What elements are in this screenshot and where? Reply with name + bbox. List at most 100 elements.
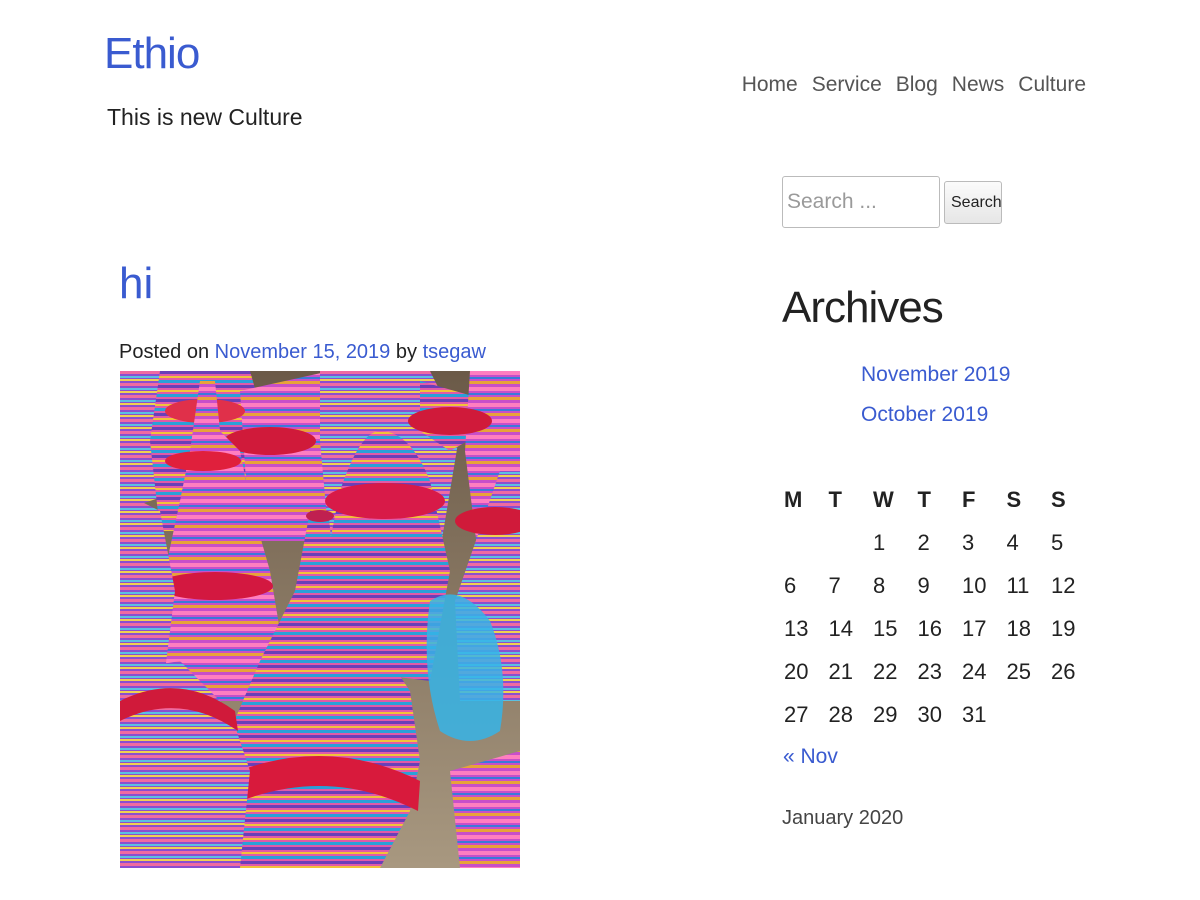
calendar-day: 18 [1003,607,1048,650]
nav-culture[interactable]: Culture [1018,72,1086,97]
calendar-day: 4 [1003,521,1048,564]
calendar-day: 16 [914,607,959,650]
post-author-link[interactable]: tsegaw [423,341,486,363]
archive-item: October 2019 [861,402,1010,442]
weekday-header: T [828,486,842,512]
calendar-table: M T W T F S S 1 2 3 4 5 6 7 8 9 10 11 12 13 14 15 16 17 1… [780,478,1092,736]
weekday-header: W [873,486,894,512]
calendar-day-number: 17 [962,615,987,641]
search-input[interactable] [782,176,940,228]
calendar-day: 22 [869,650,914,693]
calendar-weekday-row: M T W T F S S [780,478,1092,521]
calendar-day-number: 24 [962,658,987,684]
calendar-week-row: 27 28 29 30 31 [780,693,1092,736]
site-title-link[interactable]: Ethio [104,29,200,78]
calendar-day: 13 [780,607,825,650]
weekday-header: S [1051,486,1066,512]
calendar-caption: January 2020 [782,807,904,829]
calendar-day: 26 [1047,650,1092,693]
calendar-day-number: 1 [873,529,886,555]
weekday-header: T [917,486,931,512]
weekday-header: M [784,486,803,512]
calendar-day-number: 22 [873,658,898,684]
nav-home[interactable]: Home [742,72,798,97]
calendar-empty-day [1003,693,1048,736]
calendar-day-number: 25 [1006,658,1031,684]
site-tagline: This is new Culture [107,104,303,130]
calendar-day: 20 [780,650,825,693]
calendar-day-number: 10 [962,572,987,598]
calendar-day: 3 [958,521,1003,564]
nav-news[interactable]: News [952,72,1005,97]
post-featured-image [120,371,520,868]
calendar-day: 17 [958,607,1003,650]
post-date-link[interactable]: November 15, 2019 [215,341,391,363]
calendar-day: 23 [914,650,959,693]
nav-service[interactable]: Service [812,72,882,97]
calendar-day: 31 [958,693,1003,736]
calendar-day-number: 11 [1006,572,1030,598]
posted-on-label: Posted on [119,341,210,363]
weekday-header: S [1006,486,1022,512]
calendar-day: 7 [825,564,870,607]
calendar-day: 25 [1003,650,1048,693]
calendar-day-number: 26 [1051,658,1076,684]
post-meta: Posted on November 15, 2019 by tsegaw [119,340,486,364]
archives-heading: Archives [782,283,944,332]
archive-link-november-2019[interactable]: November 2019 [861,363,1010,386]
calendar-day-number: 5 [1051,529,1064,555]
calendar-day: 2 [914,521,959,564]
calendar-week-row: 13 14 15 16 17 18 19 [780,607,1092,650]
calendar-day: 5 [1047,521,1092,564]
nav-blog[interactable]: Blog [896,72,938,97]
calendar-day: 9 [914,564,959,607]
calendar-day-number: 21 [828,658,853,684]
calendar-day-number: 13 [784,615,809,641]
calendar-week-row: 6 7 8 9 10 11 12 [780,564,1092,607]
page: Ethio This is new Culture Home Service B… [0,0,1200,900]
woven-baskets-illustration [120,371,520,868]
archive-item: November 2019 [861,362,1010,402]
calendar-day-number: 19 [1051,615,1076,641]
calendar-empty-day [1047,693,1092,736]
calendar-day-number: 27 [784,701,809,727]
by-label: by [395,341,417,363]
calendar-day: 6 [780,564,825,607]
calendar-day-number: 7 [828,572,841,598]
calendar-day: 14 [825,607,870,650]
calendar-day-number: 9 [917,572,930,598]
calendar-body: 1 2 3 4 5 6 7 8 9 10 11 12 13 14 15 16 17 18 19 20 21 22 23 24 2… [780,521,1092,736]
calendar-day-number: 8 [873,572,886,598]
calendar-day-number: 12 [1051,572,1076,598]
calendar-day-number: 23 [917,658,942,684]
archive-link-october-2019[interactable]: October 2019 [861,403,988,426]
calendar-prev-month-link[interactable]: « Nov [783,744,838,769]
calendar-day: 30 [914,693,959,736]
main-nav: Home Service Blog News Culture [742,72,1086,97]
calendar-day-number: 14 [828,615,853,641]
post-title-link[interactable]: hi [119,259,153,308]
calendar-day-number: 15 [873,615,898,641]
calendar-day-number: 4 [1006,529,1019,555]
calendar-day-number: 28 [828,701,853,727]
weekday-header: F [962,486,976,512]
calendar-day: 19 [1047,607,1092,650]
calendar-day: 15 [869,607,914,650]
calendar-day: 28 [825,693,870,736]
calendar-day-number: 20 [784,658,809,684]
calendar-week-row: 1 2 3 4 5 [780,521,1092,564]
search-button[interactable]: Search [944,181,1002,224]
calendar-day-number: 6 [784,572,797,598]
calendar-day-number: 31 [962,701,987,727]
calendar-day: 24 [958,650,1003,693]
calendar-day: 29 [869,693,914,736]
calendar-day: 11 [1003,564,1048,607]
calendar-day: 10 [958,564,1003,607]
archives-list: November 2019 October 2019 [861,362,1010,442]
calendar-day: 12 [1047,564,1092,607]
calendar-day-number: 30 [917,701,942,727]
calendar-day: 27 [780,693,825,736]
calendar-day-number: 29 [873,701,898,727]
calendar-day-number: 18 [1006,615,1031,641]
calendar-day: 8 [869,564,914,607]
